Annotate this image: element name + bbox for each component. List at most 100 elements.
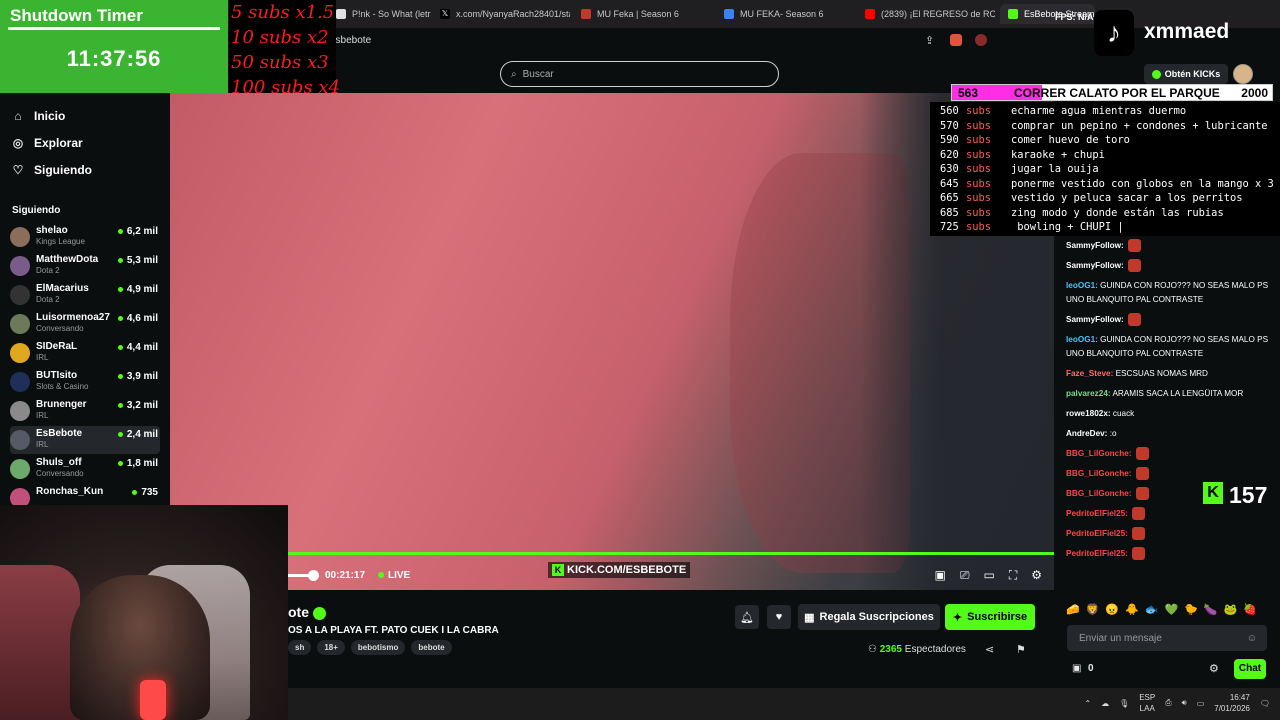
chat-username[interactable]: BBG_LilGonche: [1066, 469, 1132, 478]
followed-channel-luisormenoa27[interactable]: Luisormenoa27 Conversando 4,6 mil [10, 310, 160, 338]
kick-favicon [1008, 9, 1018, 19]
followed-channel-elmacarius[interactable]: ElMacarius Dota 2 4,9 mil [10, 281, 160, 309]
gift-subs-button[interactable]: ▦ Regala Suscripciones [798, 604, 940, 630]
share-icon[interactable]: ⇪ [925, 34, 934, 47]
video-player[interactable] [170, 93, 1054, 590]
send-chat-button[interactable]: Chat [1234, 659, 1266, 679]
chat-username[interactable]: leoOG1: [1066, 335, 1098, 344]
report-flag-icon[interactable]: ⚑ [1016, 643, 1026, 656]
emote-icon[interactable]: 🐟 [1145, 603, 1159, 619]
kicks-wallet-icon[interactable]: ▣ [1072, 663, 1081, 674]
channel-name[interactable]: ote [288, 604, 326, 620]
nav-item-siguiendo[interactable]: ♡ Siguiendo [12, 163, 92, 177]
followed-channel-esbebote[interactable]: EsBebote IRL 2,4 mil [10, 426, 160, 454]
chat-message[interactable]: BBG_LilGonche: [1060, 464, 1280, 484]
theater-mode-icon[interactable]: ▭ [983, 568, 994, 583]
chat-message[interactable]: SammyFollow: [1060, 310, 1280, 330]
chat-username[interactable]: SammyFollow: [1066, 315, 1124, 324]
emote-icon[interactable]: 🐤 [1184, 603, 1198, 619]
user-avatar[interactable] [1233, 64, 1253, 84]
emote-icon[interactable]: 😠 [1105, 603, 1119, 619]
followed-channel-shelao[interactable]: shelao Kings League 6,2 mil [10, 223, 160, 251]
battery-icon[interactable]: ▭ [1197, 699, 1205, 708]
followed-channel-ronchas-kun[interactable]: Ronchas_Kun 735 [10, 484, 160, 508]
fullscreen-icon[interactable]: ⛶ [1009, 568, 1017, 583]
extension-icon[interactable] [975, 34, 987, 46]
nav-item-explorar[interactable]: ◎ Explorar [12, 136, 83, 150]
browser-tab[interactable]: (2839) ¡El REGRESO de RO [865, 4, 995, 24]
emote-icon[interactable]: 🧀 [1066, 603, 1080, 619]
browser-tab[interactable]: MU Feka | Season 6 [581, 4, 711, 24]
chat-message[interactable]: PedritoElFiel25: [1060, 524, 1280, 544]
emote-icon[interactable]: 🦁 [1086, 603, 1100, 619]
chat-message[interactable]: palvarez24: ARAMIS SACA LA LENGÜITA MOR [1060, 384, 1280, 404]
network-icon[interactable]: ⎙ [1165, 698, 1171, 708]
pip-icon[interactable]: ▣ [935, 568, 946, 583]
volume-knob[interactable] [308, 570, 319, 581]
sub-goal-row: 620 subs karaoke + chupi [940, 148, 1280, 163]
chat-input[interactable]: Enviar un mensaje ☺ [1067, 625, 1267, 651]
emote-icon[interactable]: 🍆 [1204, 603, 1218, 619]
chat-message[interactable]: Faze_Steve: ESCSUAS NOMAS MRD [1060, 364, 1280, 384]
emote-icon[interactable]: 💚 [1165, 603, 1179, 619]
followed-channel-matthewdota[interactable]: MatthewDota Dota 2 5,3 mil [10, 252, 160, 280]
chat-feed: SammyFollow: SammyFollow: leoOG1: GUINDA… [1060, 236, 1280, 606]
follow-button[interactable]: ♥ [767, 605, 791, 629]
tag[interactable]: bebotismo [350, 640, 406, 655]
notification-bell-button[interactable]: 🔔︎ [735, 605, 759, 629]
chat-message[interactable]: PedritoElFiel25: [1060, 544, 1280, 564]
goal-title: CORRER CALATO POR EL PARQUE [1014, 86, 1220, 100]
clip-icon[interactable]: ⎚ [960, 568, 970, 583]
chat-username[interactable]: PedritoElFiel25: [1066, 549, 1128, 558]
chat-username[interactable]: SammyFollow: [1066, 261, 1124, 270]
chat-username[interactable]: palvarez24: [1066, 389, 1111, 398]
followed-channel-brunenger[interactable]: Brunenger IRL 3,2 mil [10, 397, 160, 425]
notification-icon[interactable]: 🗨︎ [1260, 699, 1270, 708]
chat-username[interactable]: PedritoElFiel25: [1066, 529, 1128, 538]
chat-username[interactable]: BBG_LilGonche: [1066, 489, 1132, 498]
chat-username[interactable]: SammyFollow: [1066, 241, 1124, 250]
address-bar[interactable]: esbebote ⇪ [330, 30, 990, 50]
chat-message[interactable]: leoOG1: GUINDA CON ROJO??? NO SEAS MALO … [1060, 276, 1280, 310]
browser-tab[interactable]: 𝕏x.com/NyanyaRach28401/stat [440, 4, 570, 24]
chat-message[interactable]: SammyFollow: [1060, 236, 1280, 256]
tag[interactable]: 18+ [317, 640, 345, 655]
emote-icon[interactable]: 🐸 [1224, 603, 1238, 619]
chat-message[interactable]: BBG_LilGonche: [1060, 444, 1280, 464]
tag[interactable]: bebote [411, 640, 452, 655]
share-icon[interactable]: ⋖ [985, 643, 994, 656]
chat-message[interactable]: rowe1802x: cuack [1060, 404, 1280, 424]
chat-username[interactable]: Faze_Steve: [1066, 369, 1113, 378]
followed-channel-shuls-off[interactable]: Shuls_off Conversando 1,8 mil [10, 455, 160, 483]
nav-item-inicio[interactable]: ⌂ Inicio [12, 109, 65, 123]
subscribe-button[interactable]: ✦ Suscribirse [945, 604, 1035, 630]
chat-message[interactable]: leoOG1: GUINDA CON ROJO??? NO SEAS MALO … [1060, 330, 1280, 364]
chat-username[interactable]: rowe1802x: [1066, 409, 1111, 418]
chat-message[interactable]: SammyFollow: [1060, 256, 1280, 276]
taskbar-clock[interactable]: 16:47 7/01/2026 [1214, 692, 1250, 714]
browser-tab[interactable]: MU FEKA- Season 6 [724, 4, 854, 24]
settings-gear-icon[interactable]: ⚙ [1031, 568, 1042, 583]
emote-icon[interactable]: 🍓 [1243, 603, 1257, 619]
tag[interactable]: sh [288, 640, 312, 655]
emoji-icon[interactable]: ☺ [1247, 633, 1257, 644]
chat-username[interactable]: leoOG1: [1066, 281, 1098, 290]
followed-channel-sideral[interactable]: SIDeRaL IRL 4,4 mil [10, 339, 160, 367]
chat-username[interactable]: AndreDev: [1066, 429, 1107, 438]
speaker-icon[interactable]: 🔊︎ [1182, 698, 1187, 708]
chat-settings-gear-icon[interactable]: ⚙ [1209, 662, 1219, 675]
input-language[interactable]: ESP LAA [1139, 692, 1155, 714]
browser-tab[interactable]: P!nk - So What (letra/ly [336, 4, 431, 24]
get-kicks-button[interactable]: Obtén KICKs [1144, 64, 1228, 84]
chevron-up-icon[interactable]: ⌃ [1084, 699, 1091, 708]
chat-message[interactable]: AndreDev: :o [1060, 424, 1280, 444]
emote-icon[interactable]: 🐥 [1125, 603, 1139, 619]
brave-shield-icon[interactable] [950, 34, 962, 46]
chat-username[interactable]: PedritoElFiel25: [1066, 509, 1128, 518]
microphone-icon[interactable]: 🎙︎ [1119, 699, 1129, 708]
followed-channel-butisito[interactable]: BUTIsito Slots & Casino 3,9 mil [10, 368, 160, 396]
cloud-icon[interactable]: ☁ [1101, 699, 1109, 708]
search-input[interactable]: ⌕ Buscar [500, 61, 779, 87]
video-progress-bar[interactable] [288, 552, 1054, 555]
chat-username[interactable]: BBG_LilGonche: [1066, 449, 1132, 458]
